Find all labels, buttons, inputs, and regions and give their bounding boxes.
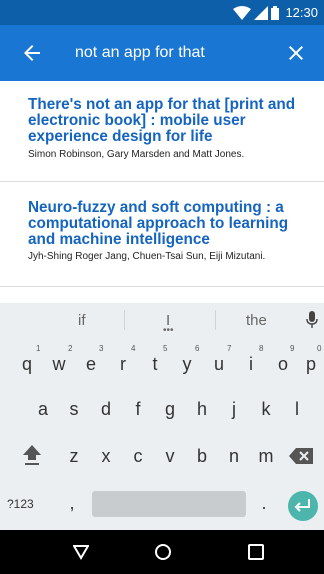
key-s[interactable]: s <box>64 399 84 420</box>
key-b[interactable]: b <box>192 446 212 467</box>
mic-icon[interactable] <box>306 311 318 329</box>
keyboard: if I ••• the q 1 w 2 e 3 r 4 t 5 y 6 u 7… <box>0 303 324 530</box>
list-item[interactable]: Neuro-fuzzy and soft computing : a compu… <box>0 182 324 287</box>
key-hint: 7 <box>227 344 232 353</box>
key-y[interactable]: y <box>177 354 197 375</box>
key-j[interactable]: j <box>224 399 244 420</box>
close-icon[interactable] <box>284 41 308 65</box>
key-l[interactable]: l <box>287 399 307 420</box>
result-authors: Jyh-Shing Roger Jang, Chuen-Tsai Sun, Ei… <box>28 251 266 262</box>
home-circle-icon[interactable] <box>154 543 172 561</box>
divider <box>215 310 216 330</box>
key-m[interactable]: m <box>256 446 276 467</box>
key-a[interactable]: a <box>33 399 53 420</box>
signal-icon <box>254 6 268 20</box>
key-e[interactable]: e <box>81 354 101 375</box>
key-q[interactable]: q <box>17 354 37 375</box>
key-f[interactable]: f <box>128 399 148 420</box>
key-hint: 6 <box>195 344 200 353</box>
result-title[interactable]: There's not an app for that [print and e… <box>28 97 313 145</box>
backspace-icon[interactable] <box>289 448 313 464</box>
key-hint: 5 <box>163 344 168 353</box>
key-p[interactable]: p <box>301 354 321 375</box>
key-hint: 8 <box>259 344 264 353</box>
results-list: There's not an app for that [print and e… <box>0 81 324 301</box>
search-bar: not an app for that <box>0 25 324 81</box>
key-n[interactable]: n <box>224 446 244 467</box>
navigation-bar <box>0 530 324 574</box>
result-title[interactable]: Neuro-fuzzy and soft computing : a compu… <box>28 200 313 248</box>
key-o[interactable]: o <box>273 354 293 375</box>
key-r[interactable]: r <box>113 354 133 375</box>
search-input[interactable]: not an app for that <box>75 44 205 62</box>
recents-square-icon[interactable] <box>248 544 264 560</box>
list-item[interactable]: There's not an app for that [print and e… <box>0 81 324 182</box>
back-triangle-icon[interactable] <box>73 544 89 560</box>
key-k[interactable]: k <box>256 399 276 420</box>
key-z[interactable]: z <box>64 446 84 467</box>
symbols-key[interactable]: ?123 <box>7 497 34 511</box>
key-v[interactable]: v <box>160 446 180 467</box>
key-hint: 2 <box>68 344 73 353</box>
divider <box>124 310 125 330</box>
space-bar[interactable] <box>92 491 246 517</box>
status-time: 12:30 <box>285 5 318 20</box>
key-hint: 3 <box>99 344 104 353</box>
suggestion-strip: if I ••• the <box>0 303 324 338</box>
wifi-icon <box>233 6 251 20</box>
result-authors: Simon Robinson, Gary Marsden and Matt Jo… <box>28 149 245 160</box>
key-x[interactable]: x <box>96 446 116 467</box>
key-i[interactable]: i <box>241 354 261 375</box>
enter-icon <box>294 499 310 512</box>
suggestion-the[interactable]: the <box>246 312 267 329</box>
key-h[interactable]: h <box>192 399 212 420</box>
key-hint: 0 <box>317 344 322 353</box>
more-suggestions-icon[interactable]: ••• <box>163 325 174 336</box>
key-hint: 1 <box>36 344 41 353</box>
status-bar: 12:30 <box>0 0 324 25</box>
key-w[interactable]: w <box>49 354 69 375</box>
key-u[interactable]: u <box>209 354 229 375</box>
key-period[interactable]: . <box>254 493 274 514</box>
key-comma[interactable]: , <box>62 493 82 514</box>
shift-icon[interactable] <box>22 444 42 466</box>
suggestion-if[interactable]: if <box>78 312 86 329</box>
status-icons <box>233 5 279 20</box>
key-hint: 9 <box>290 344 295 353</box>
key-g[interactable]: g <box>160 399 180 420</box>
key-d[interactable]: d <box>96 399 116 420</box>
enter-button[interactable] <box>288 491 318 521</box>
key-hint: 4 <box>131 344 136 353</box>
battery-icon <box>271 6 279 20</box>
key-c[interactable]: c <box>128 446 148 467</box>
key-t[interactable]: t <box>145 354 165 375</box>
arrow-left-icon[interactable] <box>20 41 44 65</box>
